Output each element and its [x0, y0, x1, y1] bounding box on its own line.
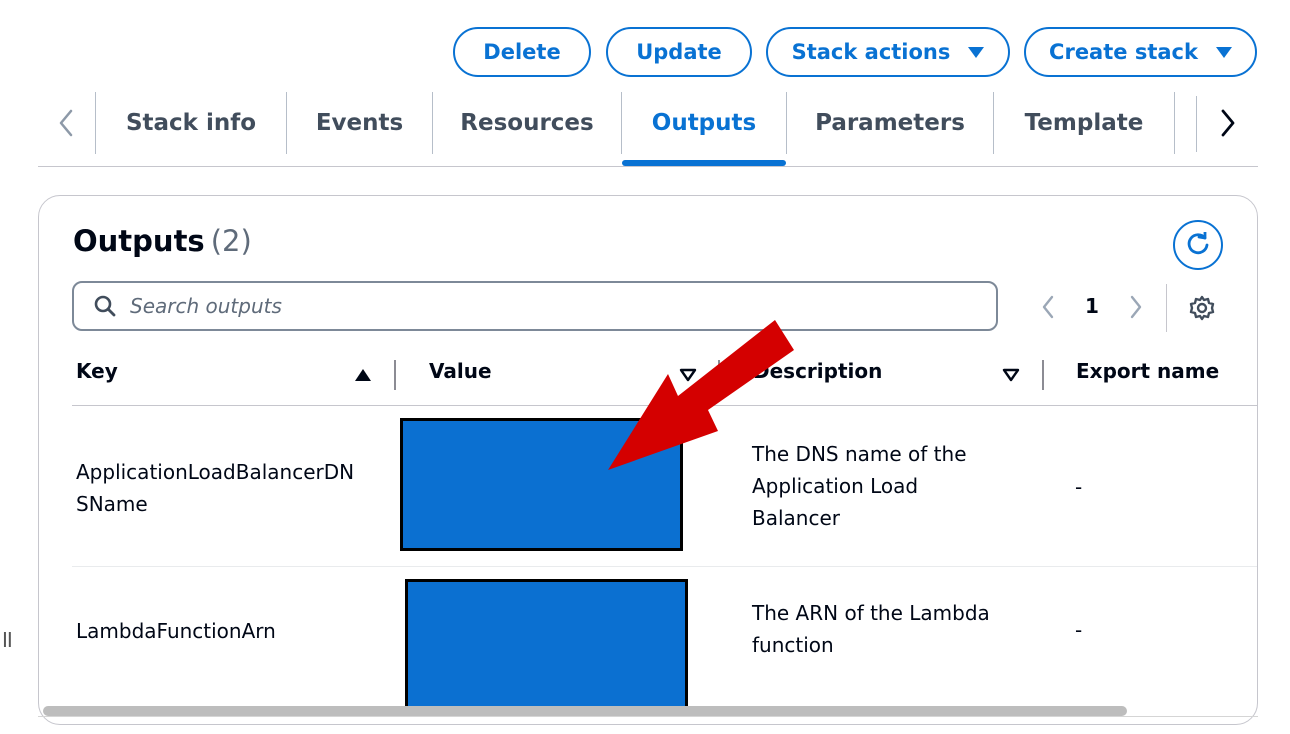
row-key: LambdaFunctionArn: [76, 615, 276, 647]
tab-label: Resources: [460, 110, 594, 136]
panel-title: Outputs (2): [73, 224, 252, 258]
pagination-divider: [1166, 284, 1167, 332]
sort-descending-icon[interactable]: [1002, 368, 1020, 382]
column-header-key[interactable]: Key: [76, 359, 118, 383]
tab-stack-info[interactable]: Stack info: [96, 92, 286, 154]
delete-button-label: Delete: [483, 40, 561, 64]
column-header-export-name[interactable]: Export name: [1076, 359, 1219, 383]
chevron-left-icon: [59, 109, 73, 137]
column-divider: [394, 360, 396, 390]
tab-label: Stack info: [125, 110, 257, 136]
chevron-right-icon: [1130, 295, 1142, 319]
tab-label: Parameters: [815, 110, 965, 136]
create-stack-label: Create stack: [1049, 40, 1198, 64]
tab-divider: [1174, 92, 1175, 154]
search-field[interactable]: [72, 281, 998, 331]
current-page-number[interactable]: 1: [1079, 294, 1105, 320]
chevron-right-icon: [1221, 109, 1235, 137]
column-divider: [1042, 360, 1044, 390]
scrollbar-track: [38, 716, 1258, 717]
tabs-scroll-right-button[interactable]: [1208, 102, 1248, 144]
resize-handle[interactable]: II: [2, 628, 13, 652]
tab-label: Template: [1024, 110, 1144, 136]
stack-actions-button[interactable]: Stack actions: [766, 27, 1010, 77]
tab-divider: [1196, 96, 1197, 152]
stack-actions-label: Stack actions: [791, 40, 951, 64]
row-description-line: function: [752, 633, 834, 657]
update-button[interactable]: Update: [606, 27, 752, 77]
outputs-count: (2): [210, 224, 252, 258]
redacted-value: [405, 579, 688, 713]
tabs-bottom-border: [38, 166, 1258, 167]
row-description: The ARN of the Lambda function: [752, 597, 990, 661]
refresh-icon: [1187, 232, 1209, 255]
gear-icon: [1189, 295, 1215, 321]
search-icon: [94, 295, 116, 317]
chevron-left-icon: [1042, 295, 1054, 319]
tab-resources[interactable]: Resources: [433, 92, 621, 154]
previous-page-button[interactable]: [1035, 290, 1061, 324]
update-button-label: Update: [636, 40, 722, 64]
row-export-name: -: [1075, 475, 1083, 499]
row-divider: [72, 566, 1257, 567]
tab-events[interactable]: Events: [287, 92, 432, 154]
tab-label: Outputs: [651, 110, 757, 136]
row-description-line: Balancer: [752, 506, 840, 530]
tab-template[interactable]: Template: [994, 92, 1174, 154]
row-key-line: LambdaFunctionArn: [76, 619, 276, 643]
search-input[interactable]: [128, 293, 908, 319]
tabs-scroll-left-button[interactable]: [48, 102, 84, 144]
row-key-line: ApplicationLoadBalancerDN: [76, 460, 355, 484]
sort-ascending-icon[interactable]: [354, 368, 372, 382]
tab-parameters[interactable]: Parameters: [787, 92, 993, 154]
column-header-value[interactable]: Value: [429, 359, 492, 383]
next-page-button[interactable]: [1123, 290, 1149, 324]
tab-label: Events: [315, 110, 404, 136]
row-description-line: The ARN of the Lambda: [752, 601, 990, 625]
panel-title-text: Outputs: [73, 224, 205, 258]
refresh-button[interactable]: [1173, 220, 1223, 270]
preferences-button[interactable]: [1187, 293, 1217, 323]
row-export-name: -: [1075, 618, 1083, 642]
tab-outputs[interactable]: Outputs: [622, 92, 786, 154]
annotation-arrow-icon: [608, 320, 794, 470]
caret-down-icon: [1215, 46, 1232, 58]
caret-down-icon: [968, 46, 985, 58]
delete-button[interactable]: Delete: [453, 27, 591, 77]
horizontal-scrollbar[interactable]: [43, 706, 1127, 716]
row-key: ApplicationLoadBalancerDN SName: [76, 456, 354, 520]
row-key-line: SName: [76, 492, 148, 516]
create-stack-button[interactable]: Create stack: [1024, 27, 1257, 77]
